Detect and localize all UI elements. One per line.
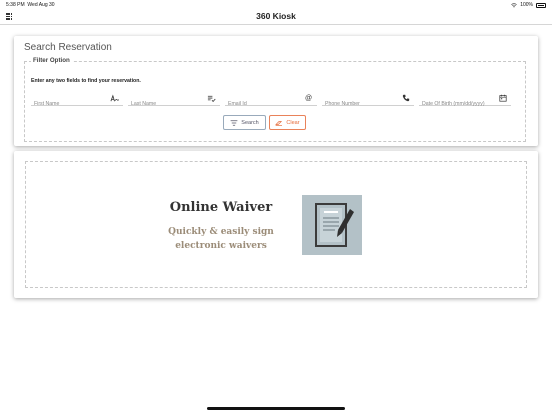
- filter-lines-icon: [230, 119, 238, 126]
- home-indicator[interactable]: [207, 407, 345, 410]
- filter-option-box: Filter Option Enter any two fields to fi…: [24, 57, 526, 142]
- phone-input[interactable]: [322, 98, 401, 110]
- handwriting-icon: [110, 94, 119, 103]
- search-button-label: Search: [241, 119, 259, 126]
- search-button[interactable]: Search: [223, 115, 266, 130]
- date-of-birth-input[interactable]: [419, 98, 498, 110]
- waiver-image: [302, 195, 362, 255]
- phone-field[interactable]: [322, 92, 414, 110]
- clear-button-label: Clear: [286, 119, 300, 126]
- waiver-subtitle: Quickly & easily sign electronic waivers: [156, 225, 286, 253]
- filter-hint: Enter any two fields to find your reserv…: [31, 78, 141, 84]
- date-of-birth-field[interactable]: [419, 92, 511, 110]
- search-reservation-card: Search Reservation Filter Option Enter a…: [14, 36, 538, 146]
- filter-legend: Filter Option: [31, 57, 72, 64]
- at-icon: @: [304, 95, 313, 102]
- app-title: 360 Kiosk: [256, 11, 296, 21]
- waiver-title: Online Waiver: [169, 200, 273, 215]
- eraser-icon: [275, 120, 283, 126]
- last-name-input[interactable]: [128, 98, 207, 110]
- email-input[interactable]: [225, 98, 304, 110]
- first-name-field[interactable]: [31, 92, 123, 110]
- search-title: Search Reservation: [24, 42, 112, 53]
- waiver-subtitle-line-2: electronic waivers: [175, 241, 267, 251]
- email-field[interactable]: @: [225, 92, 317, 110]
- last-name-field[interactable]: [128, 92, 220, 110]
- navigation-bar: 360 Kiosk: [0, 8, 552, 25]
- battery-icon: [536, 2, 546, 8]
- clear-button[interactable]: Clear: [269, 115, 306, 130]
- first-name-input[interactable]: [31, 98, 110, 110]
- document-pen-icon: [315, 203, 354, 247]
- wifi-icon: [511, 2, 518, 7]
- online-waiver-box: Online Waiver Quickly & easily sign elec…: [25, 161, 527, 288]
- waiver-subtitle-line-1: Quickly & easily sign: [168, 227, 274, 237]
- calendar-icon[interactable]: [498, 94, 507, 103]
- online-waiver-card[interactable]: Online Waiver Quickly & easily sign elec…: [14, 151, 538, 298]
- list-check-icon: [207, 94, 216, 103]
- phone-icon: [401, 94, 410, 103]
